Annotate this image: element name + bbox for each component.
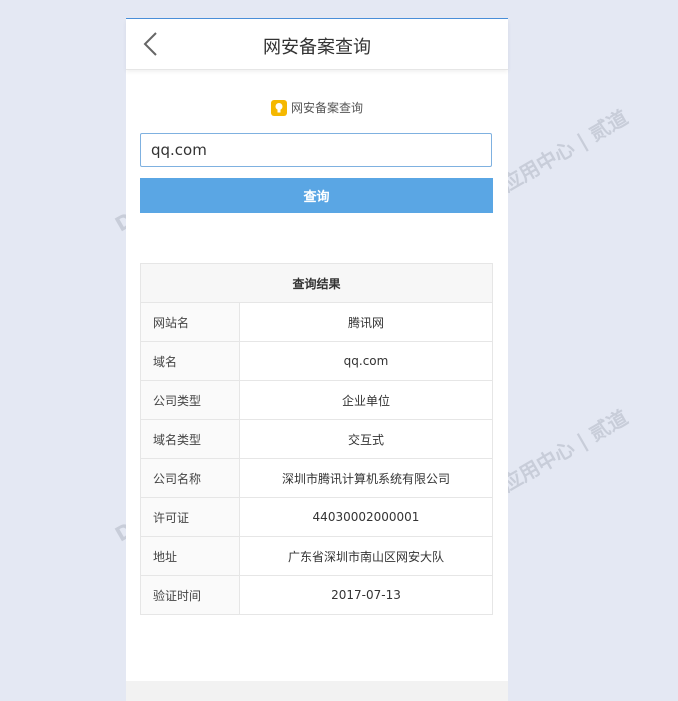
row-key: 域名 xyxy=(140,341,240,381)
row-key: 许可证 xyxy=(140,497,240,537)
row-value: 企业单位 xyxy=(239,380,493,420)
row-key: 公司类型 xyxy=(140,380,240,420)
row-value: 2017-07-13 xyxy=(239,575,493,615)
table-row: 域名 qq.com xyxy=(140,341,493,381)
section-heading: 网安备案查询 xyxy=(126,99,508,116)
results-table: 查询结果 网站名 腾讯网 域名 qq.com 公司类型 企业单位 域名类型 交互… xyxy=(140,263,493,615)
row-value: 广东省深圳市南山区网安大队 xyxy=(239,536,493,576)
row-key: 网站名 xyxy=(140,302,240,342)
row-value: 深圳市腾讯计算机系统有限公司 xyxy=(239,458,493,498)
row-value: 44030002000001 xyxy=(239,497,493,537)
app-window: 网安备案查询 网安备案查询 查询 查询结果 网站名 腾讯网 域名 qq.com … xyxy=(126,18,508,701)
row-key: 验证时间 xyxy=(140,575,240,615)
row-key: 公司名称 xyxy=(140,458,240,498)
row-key: 地址 xyxy=(140,536,240,576)
results-header-row: 查询结果 xyxy=(140,263,493,303)
table-row: 许可证 44030002000001 xyxy=(140,497,493,537)
page-title: 网安备案查询 xyxy=(263,37,371,58)
lightbulb-icon xyxy=(270,99,287,116)
table-row: 公司类型 企业单位 xyxy=(140,380,493,420)
row-value: 腾讯网 xyxy=(239,302,493,342)
table-row: 网站名 腾讯网 xyxy=(140,302,493,342)
table-row: 验证时间 2017-07-13 xyxy=(140,575,493,615)
table-row: 域名类型 交互式 xyxy=(140,419,493,459)
results-title: 查询结果 xyxy=(140,263,493,303)
row-value: qq.com xyxy=(239,341,493,381)
table-row: 地址 广东省深圳市南山区网安大队 xyxy=(140,536,493,576)
footer-bar xyxy=(126,681,508,701)
top-nav-bar: 网安备案查询 xyxy=(126,19,508,70)
table-row: 公司名称 深圳市腾讯计算机系统有限公司 xyxy=(140,458,493,498)
row-value: 交互式 xyxy=(239,419,493,459)
section-heading-label: 网安备案查询 xyxy=(290,101,363,115)
search-button[interactable]: 查询 xyxy=(140,178,493,213)
domain-search-input[interactable] xyxy=(140,133,492,167)
row-key: 域名类型 xyxy=(140,419,240,459)
